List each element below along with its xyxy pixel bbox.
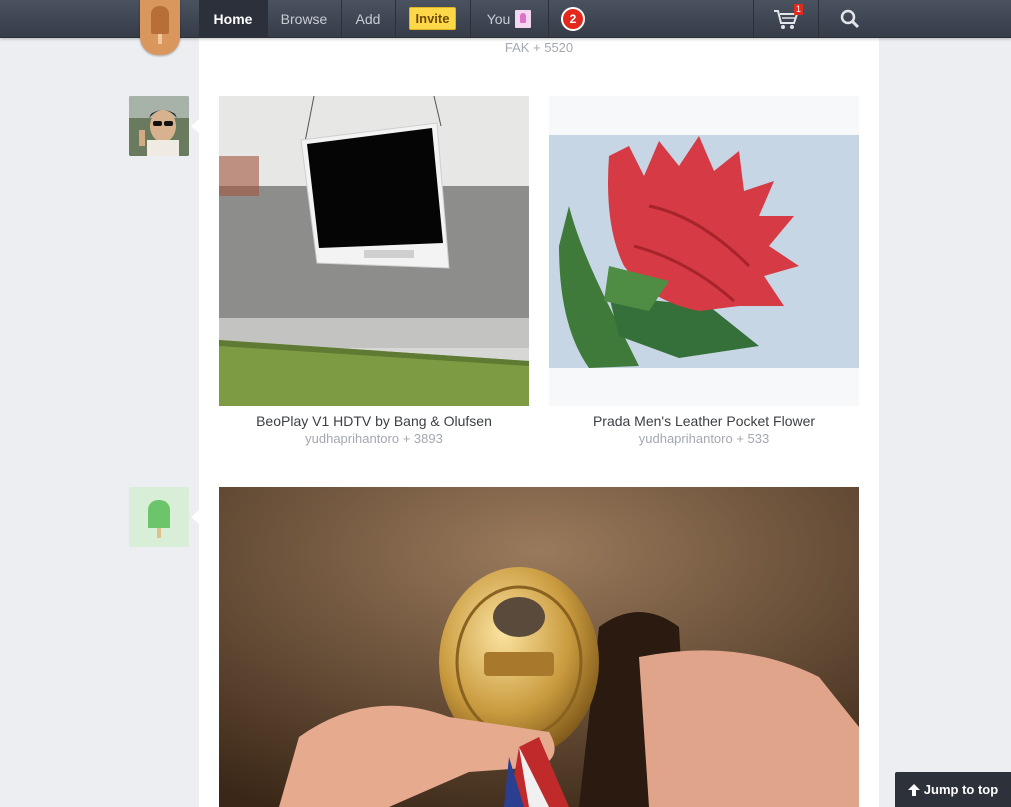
item-image-beoplay[interactable] xyxy=(219,96,529,406)
avatar-pointer xyxy=(191,510,199,524)
notifications-button[interactable]: 2 xyxy=(548,0,598,37)
popsicle-avatar[interactable] xyxy=(129,487,189,547)
nav-you-label: You xyxy=(486,10,511,27)
item-title[interactable]: Prada Men's Leather Pocket Flower xyxy=(549,413,859,429)
jump-to-top-button[interactable]: Jump to top xyxy=(895,772,1011,807)
item-credit[interactable]: yudhaprihantoro + 533 xyxy=(549,431,859,446)
nav-you[interactable]: You xyxy=(470,0,548,37)
notification-count-badge: 2 xyxy=(561,6,585,31)
nav-add[interactable]: Add xyxy=(341,0,395,37)
avatar-pointer xyxy=(191,119,199,133)
flower-photo xyxy=(549,96,859,406)
nav-browse[interactable]: Browse xyxy=(267,0,341,37)
user-avatar[interactable] xyxy=(129,96,189,156)
medal-photo xyxy=(219,487,859,807)
beoplay-photo xyxy=(219,96,529,406)
green-popsicle-icon xyxy=(148,500,170,538)
user-popsicle-icon xyxy=(515,9,532,28)
logo-popsicle-body xyxy=(151,6,169,34)
cart-count-badge: 1 xyxy=(794,4,804,15)
nav-invite[interactable]: Invite xyxy=(395,0,470,37)
invite-button[interactable]: Invite xyxy=(408,7,457,30)
item-image-prada-flower[interactable] xyxy=(549,96,859,406)
item-title[interactable]: BeoPlay V1 HDTV by Bang & Olufsen xyxy=(219,413,529,429)
jump-to-top-label: Jump to top xyxy=(923,782,999,797)
cart-button[interactable]: 1 xyxy=(754,0,818,37)
arrow-up-icon xyxy=(907,783,920,796)
top-credit[interactable]: FAK + 5520 xyxy=(439,40,639,55)
item-image-bottle-opener[interactable] xyxy=(219,487,859,807)
nav-home[interactable]: Home xyxy=(199,0,267,37)
item-credit[interactable]: yudhaprihantoro + 3893 xyxy=(219,431,529,446)
search-button[interactable] xyxy=(818,0,882,37)
search-icon xyxy=(840,9,860,28)
avatar-photo xyxy=(129,96,189,156)
logo-popsicle-stick xyxy=(158,34,162,44)
popsicle-logo-icon[interactable] xyxy=(140,0,180,55)
